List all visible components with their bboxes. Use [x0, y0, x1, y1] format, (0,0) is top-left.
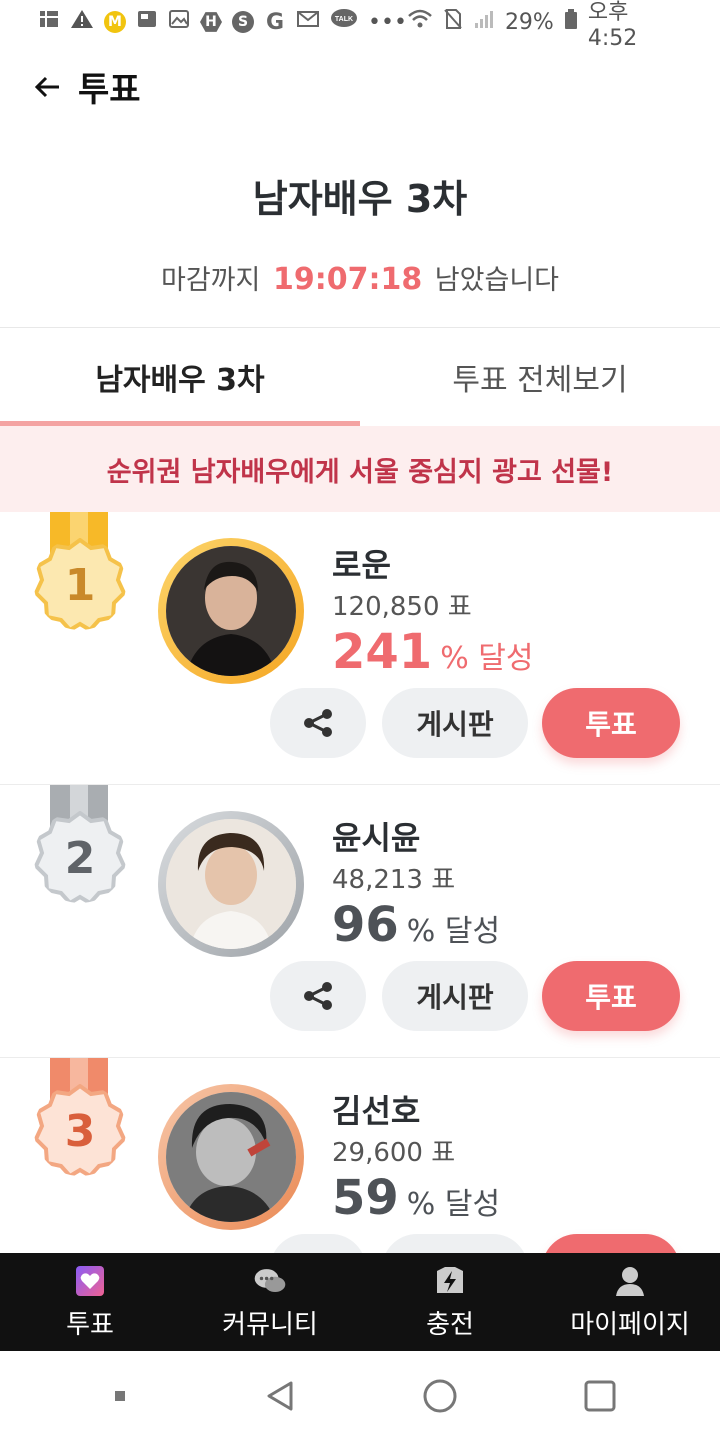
candidate-name: 윤시윤 [332, 819, 421, 857]
triangle-back-icon [267, 1381, 293, 1410]
nav-mypage[interactable]: 마이페이지 [540, 1253, 720, 1351]
system-home-button[interactable] [410, 1366, 470, 1426]
achievement-unit: % 달성 [406, 914, 501, 949]
talk-icon: TALK [330, 8, 358, 36]
avatar-ring [158, 1084, 304, 1230]
share-button[interactable] [270, 961, 366, 1031]
page-title: 투표 [78, 70, 141, 110]
more-dots-icon: ••• [368, 9, 407, 35]
nav-community[interactable]: 커뮤니티 [180, 1253, 360, 1351]
hex-h-icon: H [200, 12, 222, 32]
avatar-ring [158, 538, 304, 684]
board-button[interactable]: 게시판 [382, 961, 528, 1031]
chat-bubbles-icon [253, 1264, 287, 1298]
gmail-icon [296, 9, 320, 35]
achievement: 241 % 달성 [332, 624, 533, 680]
countdown-timer: 19:07:18 [272, 262, 423, 297]
rank-medal: 3 [30, 1058, 130, 1188]
clock: 오후 4:52 [587, 0, 638, 51]
signal-icon [473, 8, 495, 36]
achievement-percent: 241 [332, 624, 433, 680]
google-icon: G [265, 9, 285, 35]
svg-text:2: 2 [65, 833, 96, 884]
arrow-left-icon [34, 76, 59, 97]
circle-home-icon [423, 1379, 457, 1412]
shazam-icon: S [232, 11, 254, 33]
candidate-row: 2 윤시윤 48,213 표 96 % 달성 게시판 투표 [0, 785, 720, 1058]
nav-label: 투표 [66, 1309, 114, 1340]
no-sim-icon [443, 8, 463, 36]
tab-current-vote[interactable]: 남자배우 3차 [0, 328, 360, 426]
candidate-name: 로운 [332, 546, 391, 584]
medal-badge-silver: 2 [34, 811, 126, 903]
vote-button[interactable]: 투표 [542, 961, 680, 1031]
medal-badge-bronze: 3 [34, 1084, 126, 1176]
achievement-unit: % 달성 [406, 1187, 501, 1222]
tab-bar: 남자배우 3차 투표 전체보기 [0, 328, 720, 426]
tab-all-votes[interactable]: 투표 전체보기 [360, 328, 720, 426]
vote-button[interactable]: 투표 [542, 688, 680, 758]
candidate-photo[interactable] [166, 1092, 296, 1222]
wifi-icon [407, 8, 433, 36]
deadline-prefix: 마감까지 [160, 265, 261, 296]
battery-icon [564, 8, 578, 36]
system-back-button[interactable] [250, 1366, 310, 1426]
candidate-name: 김선호 [332, 1092, 421, 1130]
square-recents-icon [584, 1380, 616, 1411]
system-recents-button[interactable] [570, 1366, 630, 1426]
bottom-nav: 투표 커뮤니티 충전 마이페이지 [0, 1253, 720, 1351]
deadline-suffix: 남았습니다 [434, 265, 559, 296]
board-button[interactable]: 게시판 [382, 688, 528, 758]
vote-count: 120,850 표 [332, 592, 472, 622]
news-icon [136, 8, 158, 36]
nav-label: 마이페이지 [570, 1309, 690, 1340]
system-nav-bar [0, 1351, 720, 1440]
status-bar: M H S G TALK ••• 29% 오후 4:52 [0, 0, 720, 51]
grid-icon [38, 8, 60, 36]
candidate-photo[interactable] [166, 819, 296, 949]
system-status: 29% 오후 4:52 [407, 0, 684, 51]
rank-medal: 2 [30, 785, 130, 915]
back-button[interactable] [30, 70, 64, 104]
avatar-ring [158, 811, 304, 957]
achievement: 96 % 달성 [332, 897, 500, 953]
share-icon [304, 982, 332, 1010]
square-dot-icon [115, 1390, 125, 1401]
battery-percent: 29% [504, 9, 554, 35]
nav-label: 충전 [426, 1309, 474, 1340]
deadline-text: 마감까지 19:07:18 남았습니다 [0, 258, 720, 297]
lightning-shirt-icon [433, 1264, 467, 1298]
svg-text:3: 3 [65, 1106, 96, 1157]
achievement-percent: 59 [332, 1170, 399, 1226]
vote-count: 48,213 표 [332, 865, 456, 895]
candidate-row: 1 로운 120,850 표 241 % 달성 게시판 투표 [0, 512, 720, 785]
person-icon [613, 1264, 647, 1298]
promo-banner: 순위권 남자배우에게 서울 중심지 광고 선물! [0, 426, 720, 512]
coin-icon: M [104, 11, 126, 33]
achievement-unit: % 달성 [440, 641, 534, 676]
heart-vote-icon [73, 1264, 107, 1298]
share-button[interactable] [270, 688, 366, 758]
svg-text:1: 1 [65, 560, 96, 611]
notification-icons: M H S G TALK ••• [38, 8, 407, 36]
image-icon [168, 8, 190, 36]
recent-dot-button[interactable] [90, 1366, 150, 1426]
vote-title: 남자배우 3차 [252, 177, 468, 221]
nav-label: 커뮤니티 [222, 1309, 318, 1340]
share-icon [304, 709, 332, 737]
alert-icon [70, 8, 94, 36]
vote-count: 29,600 표 [332, 1138, 456, 1168]
nav-vote[interactable]: 투표 [0, 1253, 180, 1351]
rank-medal: 1 [30, 512, 130, 642]
achievement: 59 % 달성 [332, 1170, 500, 1226]
nav-charge[interactable]: 충전 [360, 1253, 540, 1351]
svg-text:TALK: TALK [335, 16, 353, 23]
app-header: 투표 [30, 62, 141, 111]
achievement-percent: 96 [332, 897, 399, 953]
candidate-photo[interactable] [166, 546, 296, 676]
medal-badge-gold: 1 [34, 538, 126, 630]
